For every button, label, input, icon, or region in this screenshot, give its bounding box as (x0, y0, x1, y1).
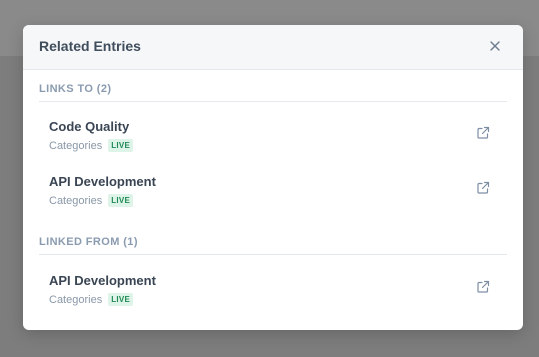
entry-title[interactable]: Code Quality (49, 119, 129, 134)
external-link-icon (477, 126, 490, 139)
status-badge: LIVE (108, 194, 134, 207)
close-icon (490, 41, 500, 51)
divider (39, 101, 507, 102)
entry-meta: Categories LIVE (49, 194, 134, 207)
external-link-icon (477, 280, 490, 293)
status-badge: LIVE (108, 139, 134, 152)
entry-title[interactable]: API Development (49, 174, 156, 189)
modal-header: Related Entries (23, 25, 523, 70)
modal-title: Related Entries (39, 38, 141, 54)
list-item: Code Quality Categories LIVE (39, 119, 507, 167)
section-heading-linked-from: LINKED FROM (1) (39, 236, 138, 248)
list-item: API Development Categories LIVE (39, 273, 507, 321)
external-link-icon (477, 181, 490, 194)
close-button[interactable] (487, 38, 503, 54)
open-entry-button[interactable] (476, 181, 490, 195)
open-entry-button[interactable] (476, 280, 490, 294)
entry-meta: Categories LIVE (49, 293, 134, 306)
section-heading-links-to: LINKS TO (2) (39, 83, 112, 95)
entry-meta: Categories LIVE (49, 139, 134, 152)
entry-title[interactable]: API Development (49, 273, 156, 288)
entry-section: Categories (49, 293, 103, 306)
related-entries-modal: Related Entries LINKS TO (2) Code Qualit… (23, 25, 523, 330)
entry-section: Categories (49, 194, 103, 207)
entry-section: Categories (49, 139, 103, 152)
status-badge: LIVE (108, 293, 134, 306)
open-entry-button[interactable] (476, 126, 490, 140)
divider (39, 254, 507, 255)
list-item: API Development Categories LIVE (39, 174, 507, 222)
